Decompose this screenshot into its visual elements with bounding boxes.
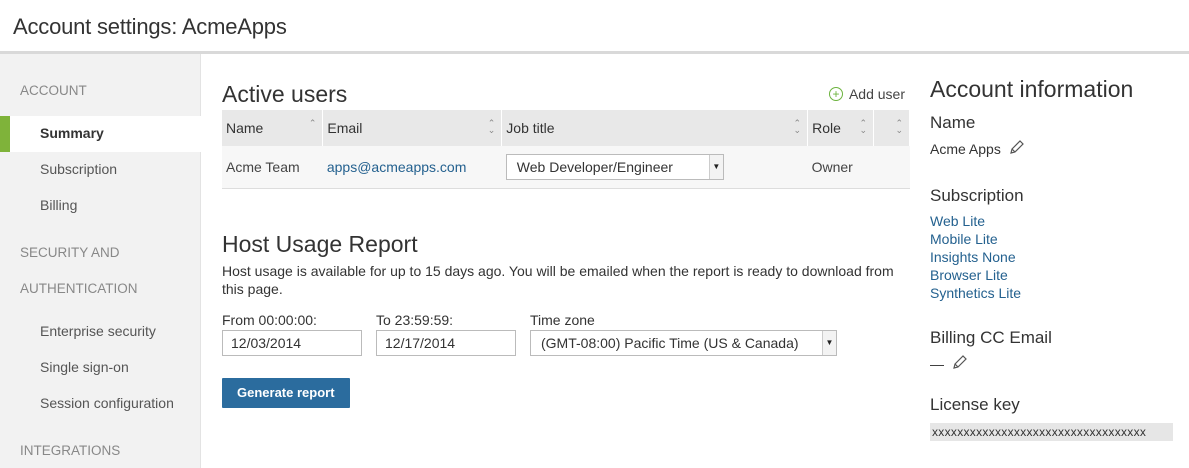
sidebar-item-billing[interactable]: Billing	[0, 188, 200, 224]
timezone-label: Time zone	[530, 311, 595, 328]
sidebar-section-security: SECURITY AND	[20, 245, 120, 260]
select-arrow-icon: ▼	[708, 154, 723, 179]
user-name: Acme Team	[222, 146, 323, 189]
generate-report-button[interactable]: Generate report	[222, 377, 350, 408]
add-user-button[interactable]: + Add user	[828, 86, 905, 102]
sidebar: ACCOUNT Summary Subscription Billing SEC…	[0, 54, 201, 468]
report-title: Host Usage Report	[222, 230, 418, 257]
account-name: Acme Apps	[930, 140, 1001, 157]
subscription-web-link[interactable]: Web Lite	[930, 212, 1189, 230]
main-content: Active users + Add user Name ⌃ Email ⌃⌄	[201, 54, 910, 468]
account-info-panel: Account information Name Acme Apps Subsc…	[909, 54, 1189, 468]
table-row: Acme Team apps@acmeapps.com Web Develope…	[222, 146, 910, 189]
sidebar-section-account: ACCOUNT	[20, 83, 87, 98]
user-role: Owner	[807, 146, 874, 189]
active-users-title: Active users	[222, 81, 348, 107]
sidebar-section-integrations: INTEGRATIONS	[20, 443, 121, 458]
license-key-value: xxxxxxxxxxxxxxxxxxxxxxxxxxxxxxxxxx	[930, 423, 1173, 441]
edit-name-pencil-icon[interactable]	[1009, 139, 1025, 158]
select-arrow-icon: ▼	[822, 330, 836, 355]
subscription-insights-link[interactable]: Insights None	[930, 248, 1189, 266]
report-description: Host usage is available for up to 15 day…	[222, 262, 894, 297]
job-title-select[interactable]: Web Developer/Engineer ▼	[505, 153, 724, 180]
sort-icon: ⌃ ⌄	[895, 118, 903, 135]
page-header: Account settings: AcmeApps	[0, 0, 1189, 54]
name-label: Name	[930, 113, 976, 132]
timezone-select[interactable]: (GMT-08:00) Pacific Time (US & Canada) ▼	[530, 329, 837, 356]
account-info-title: Account information	[930, 76, 1134, 102]
to-label: To 23:59:59:	[376, 311, 454, 328]
license-key-label: License key	[930, 395, 1020, 414]
sidebar-section-authentication: AUTHENTICATION	[20, 281, 138, 296]
sidebar-item-session-configuration[interactable]: Session configuration	[0, 386, 200, 422]
sidebar-item-summary[interactable]: Summary	[0, 116, 201, 152]
column-header-name[interactable]: Name ⌃	[222, 110, 324, 146]
from-date-input[interactable]: 12/03/2014	[222, 329, 362, 356]
page-title: Account settings: AcmeApps	[13, 14, 287, 39]
sort-icon: ⌃ ⌄	[859, 118, 868, 135]
add-user-label: Add user	[848, 86, 905, 102]
subscription-synthetics-link[interactable]: Synthetics Lite	[930, 284, 1189, 302]
column-header-email[interactable]: Email ⌃ ⌄	[322, 110, 503, 146]
sort-icon: ⌃ ⌄	[793, 118, 802, 135]
billing-email-value: —	[930, 355, 944, 372]
column-header-job-title[interactable]: Job title ⌃ ⌄	[501, 110, 809, 146]
users-table: Name ⌃ Email ⌃⌄ Job title ⌃⌄ Role ⌃⌄	[222, 110, 910, 189]
edit-billing-pencil-icon[interactable]	[952, 354, 968, 373]
add-icon: +	[828, 87, 843, 101]
billing-email-label: Billing CC Email	[930, 328, 1052, 347]
subscription-browser-link[interactable]: Browser Lite	[930, 266, 1189, 284]
subscription-mobile-link[interactable]: Mobile Lite	[930, 230, 1189, 248]
to-date-input[interactable]: 12/17/2014	[376, 329, 516, 356]
subscription-label: Subscription	[930, 186, 1024, 205]
user-email-link[interactable]: apps@acmeapps.com	[327, 159, 467, 175]
sidebar-item-enterprise-security[interactable]: Enterprise security	[0, 314, 200, 350]
column-header-role[interactable]: Role ⌃ ⌄	[807, 110, 875, 146]
sidebar-item-subscription[interactable]: Subscription	[0, 152, 200, 188]
column-header-extra[interactable]: ⌃ ⌄	[873, 110, 910, 146]
sort-asc-icon: ⌃	[308, 118, 317, 128]
sort-icon: ⌃ ⌄	[487, 118, 496, 135]
sidebar-item-single-sign-on[interactable]: Single sign-on	[0, 350, 200, 386]
from-label: From 00:00:00:	[222, 311, 317, 328]
